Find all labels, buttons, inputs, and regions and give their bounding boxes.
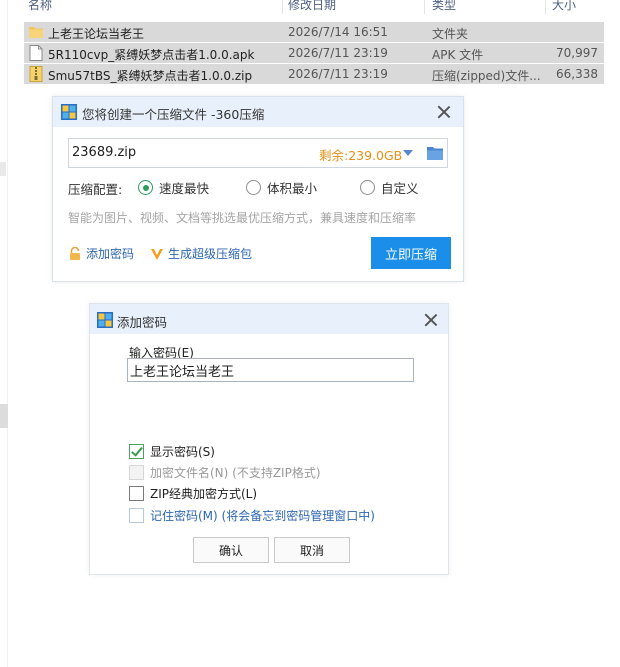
radio-button[interactable] <box>246 180 261 195</box>
remember-password-option[interactable]: 记住密码(M) (将会备忘到密码管理窗口中) <box>129 507 375 524</box>
super-package-link[interactable]: 生成超级压缩包 <box>150 245 252 262</box>
column-type[interactable]: 类型 <box>432 0 456 13</box>
column-header: 名称 修改日期 类型 大小 <box>0 0 620 16</box>
compress-dialog-title-bar[interactable]: 您将创建一个压缩文件 -360压缩 <box>53 97 463 127</box>
chevron-down-icon[interactable] <box>403 150 413 156</box>
close-icon[interactable] <box>437 105 451 119</box>
checkbox-label: 记住密码(M) (将会备忘到密码管理窗口中) <box>150 509 375 523</box>
apk-file-icon <box>29 45 43 61</box>
confirm-button[interactable]: 确认 <box>193 537 269 563</box>
column-divider[interactable] <box>545 0 546 14</box>
column-divider[interactable] <box>424 0 425 14</box>
file-name: Smu57tBS_紧缚妖梦点击者1.0.0.zip <box>48 69 253 83</box>
cancel-button[interactable]: 取消 <box>274 537 350 563</box>
radio-label: 自定义 <box>381 181 419 196</box>
remember-password-checkbox[interactable] <box>129 508 144 523</box>
nav-pane-scroll-thumb[interactable] <box>0 404 8 428</box>
file-type: 文件夹 <box>432 27 469 41</box>
column-divider[interactable] <box>282 0 283 14</box>
vip-v-icon <box>151 248 163 260</box>
radio-button-selected[interactable] <box>138 180 153 195</box>
password-dialog-title: 添加密码 <box>117 315 168 330</box>
browse-folder-icon[interactable] <box>427 146 443 160</box>
checkbox-label: 加密文件名(N) (不支持ZIP格式) <box>150 466 321 480</box>
disk-remaining-label: 剩余:239.0GB <box>319 148 403 163</box>
compress-dialog-title: 您将创建一个压缩文件 -360压缩 <box>82 107 265 122</box>
radio-label: 体积最小 <box>267 181 318 196</box>
file-date: 2026/7/11 23:19 <box>288 67 388 81</box>
column-name[interactable]: 名称 <box>28 0 52 13</box>
close-icon[interactable] <box>424 313 438 327</box>
file-date: 2026/7/11 23:19 <box>288 46 388 60</box>
radio-button[interactable] <box>360 180 375 195</box>
encrypt-filename-option: 加密文件名(N) (不支持ZIP格式) <box>129 464 321 481</box>
file-size: 70,997 <box>556 46 598 60</box>
nav-pane-marker <box>0 162 6 176</box>
navigation-pane-edge <box>0 0 8 667</box>
file-type: APK 文件 <box>432 48 484 62</box>
show-password-option[interactable]: 显示密码(S) <box>129 443 215 460</box>
checkbox-label: 显示密码(S) <box>150 445 215 459</box>
folder-icon <box>29 27 43 38</box>
archive-name-field[interactable]: 23689.zip 剩余:239.0GB <box>68 138 448 168</box>
file-row-folder[interactable]: 上老王论坛当老王 2026/7/14 16:51 文件夹 <box>24 22 604 42</box>
compress-hint-text: 智能为图片、视频、文档等挑选最优压缩方式，兼具速度和压缩率 <box>68 211 417 225</box>
360-compress-app-icon <box>97 312 113 328</box>
file-size: 66,338 <box>556 67 598 81</box>
zip-classic-encryption-checkbox[interactable] <box>129 486 144 501</box>
column-size[interactable]: 大小 <box>552 0 576 13</box>
file-date: 2026/7/14 16:51 <box>288 25 388 39</box>
password-dialog-title-bar[interactable]: 添加密码 <box>90 304 448 334</box>
show-password-checkbox[interactable] <box>129 444 144 459</box>
file-row-zip[interactable]: Smu57tBS_紧缚妖梦点击者1.0.0.zip 2026/7/11 23:1… <box>24 64 604 84</box>
file-row-apk[interactable]: 5R110cvp_紧缚妖梦点击者1.0.0.apk 2026/7/11 23:1… <box>24 43 604 63</box>
encrypt-filename-checkbox <box>129 465 144 480</box>
radio-custom[interactable]: 自定义 <box>360 178 419 197</box>
compress-now-button[interactable]: 立即压缩 <box>371 237 451 269</box>
archive-filename[interactable]: 23689.zip <box>72 145 136 160</box>
radio-smallest[interactable]: 体积最小 <box>246 178 317 197</box>
password-input[interactable] <box>127 358 414 382</box>
add-password-dialog: 添加密码 输入密码(E) 显示密码(S) 加密文件名(N) (不支持ZIP格式)… <box>89 303 449 575</box>
file-name: 上老王论坛当老王 <box>48 27 145 41</box>
file-name: 5R110cvp_紧缚妖梦点击者1.0.0.apk <box>48 48 255 62</box>
column-date[interactable]: 修改日期 <box>288 0 336 13</box>
compress-config-label: 压缩配置: <box>68 182 123 197</box>
add-password-link[interactable]: 添加密码 <box>68 245 134 262</box>
lock-icon <box>70 246 80 260</box>
zip-classic-encryption-option[interactable]: ZIP经典加密方式(L) <box>129 485 257 502</box>
zip-file-icon <box>29 66 43 82</box>
file-type: 压缩(zipped)文件... <box>432 69 541 83</box>
checkbox-label: ZIP经典加密方式(L) <box>150 487 258 501</box>
radio-fastest[interactable]: 速度最快 <box>138 178 209 197</box>
super-package-label: 生成超级压缩包 <box>168 247 253 261</box>
add-password-label: 添加密码 <box>86 247 135 261</box>
compress-dialog: 您将创建一个压缩文件 -360压缩 23689.zip 剩余:239.0GB 压… <box>52 96 464 282</box>
radio-label: 速度最快 <box>159 181 210 196</box>
360-compress-app-icon <box>61 104 77 120</box>
